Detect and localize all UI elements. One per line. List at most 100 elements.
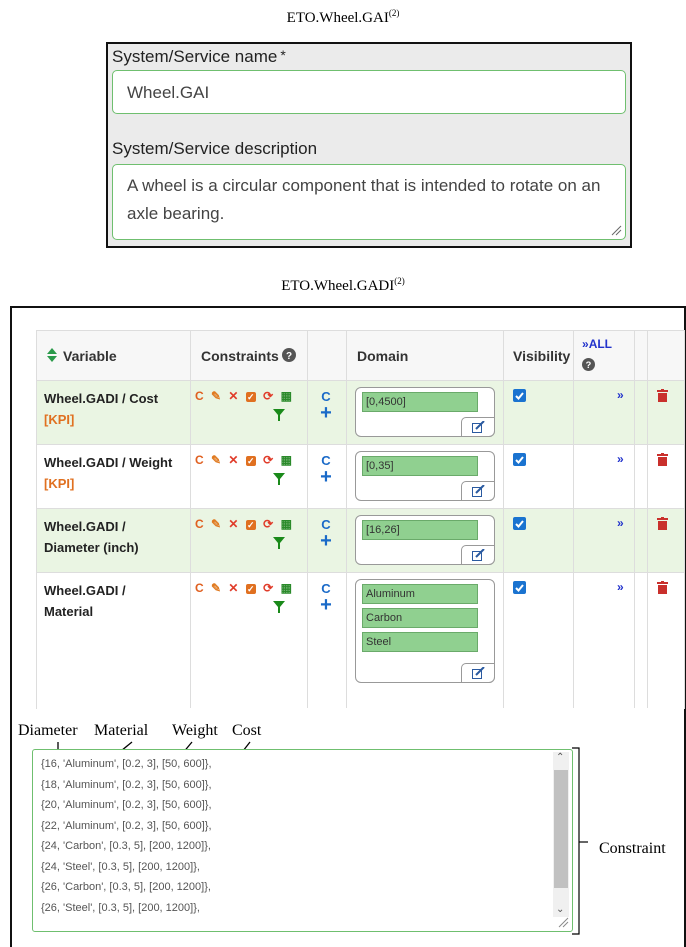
domain-value[interactable]: [0,35] (362, 456, 478, 476)
calculator-icon[interactable]: ▦ (281, 453, 292, 467)
visibility-checkbox[interactable] (513, 453, 526, 466)
filter-icon[interactable] (273, 537, 285, 549)
header-domain: Domain (357, 348, 409, 364)
constraint-line: {26, 'Steel', [0.3, 5], [200, 1200]}, (41, 901, 200, 914)
plus-icon[interactable]: + (319, 467, 333, 487)
constraint-actions: C ✎ ✕ ✓ ⟳ ▦ (195, 389, 296, 403)
check-square-icon[interactable]: ✓ (245, 456, 256, 466)
checkmark-icon (515, 392, 524, 400)
help-icon[interactable]: ? (282, 348, 296, 362)
column-divider (307, 331, 308, 708)
gadi-caption: ETO.Wheel.GADI(2) (0, 276, 686, 295)
domain-value[interactable]: Steel (362, 632, 478, 652)
scroll-up-icon[interactable]: ⌃ (556, 752, 564, 763)
c-action-button[interactable]: C (195, 517, 204, 531)
column-divider (346, 331, 347, 708)
constraint-line: {24, 'Steel', [0.3, 5], [200, 1200]}, (41, 860, 200, 873)
gadi-panel: Variable Constraints ? Domain Visibility… (10, 306, 686, 947)
constraint-line: {22, 'Aluminum', [0.2, 3], [50, 600]}, (41, 819, 212, 832)
table-row: Wheel.GADI / Cost [KPI] C ✎ ✕ ✓ ⟳ ▦ C + … (37, 380, 684, 445)
vertical-scrollbar[interactable]: ⌃ ⌄ (553, 752, 569, 917)
domain-edit-button[interactable] (461, 663, 495, 683)
constraint-line: {16, 'Aluminum', [0.2, 3], [50, 600]}, (41, 758, 212, 770)
check-square-icon[interactable]: ✓ (245, 584, 256, 594)
domain-value[interactable]: Aluminum (362, 584, 478, 604)
system-description-textarea[interactable]: A wheel is a circular component that is … (112, 164, 626, 240)
domain-box: [16,26] (355, 515, 495, 565)
domain-edit-button[interactable] (461, 545, 495, 565)
expand-all-label: ALL (588, 337, 613, 351)
checkmark-icon (515, 456, 524, 464)
expand-row-icon[interactable]: » (617, 516, 624, 530)
table-row: Wheel.GADI / Material C ✎ ✕ ✓ ⟳ ▦ C + Al… (37, 572, 684, 709)
table-header-row: Variable Constraints ? Domain Visibility… (37, 331, 684, 380)
edit-icon[interactable]: ✎ (211, 517, 221, 531)
plus-icon[interactable]: + (319, 531, 333, 551)
sort-icon[interactable] (47, 348, 57, 362)
svg-text:?: ? (586, 360, 592, 370)
delete-x-icon[interactable]: ✕ (228, 389, 238, 403)
refresh-icon[interactable]: ⟳ (263, 389, 273, 403)
constraint-line: {26, 'Carbon', [0.3, 5], [200, 1200]}, (41, 881, 211, 893)
constraint-line: {24, 'Carbon', [0.3, 5], [200, 1200]}, (41, 840, 211, 852)
variable-name: Wheel.GADI / Cost [KPI] (44, 388, 194, 430)
calculator-icon[interactable]: ▦ (281, 517, 292, 531)
edit-icon[interactable]: ✎ (211, 389, 221, 403)
scroll-thumb[interactable] (554, 770, 568, 888)
add-constraint-control: C + (319, 453, 333, 487)
expand-row-icon[interactable]: » (617, 452, 624, 466)
header-variable[interactable]: Variable (63, 348, 117, 364)
plus-icon[interactable]: + (319, 403, 333, 423)
expand-all-button[interactable]: »ALL (582, 337, 612, 351)
c-action-button[interactable]: C (195, 581, 204, 595)
edit-icon[interactable]: ✎ (211, 453, 221, 467)
all-help-icon[interactable]: ? (582, 358, 595, 371)
delete-x-icon[interactable]: ✕ (228, 581, 238, 595)
edit-icon (472, 667, 485, 679)
trash-icon[interactable] (657, 581, 668, 594)
visibility-checkbox[interactable] (513, 517, 526, 530)
expand-row-icon[interactable]: » (617, 388, 624, 402)
variable-name: Wheel.GADI / Weight [KPI] (44, 452, 194, 494)
column-divider (573, 331, 574, 708)
scroll-down-icon[interactable]: ⌄ (556, 904, 564, 915)
edit-icon (472, 421, 485, 433)
check-square-icon[interactable]: ✓ (245, 392, 256, 402)
refresh-icon[interactable]: ⟳ (263, 517, 273, 531)
column-divider (190, 331, 191, 708)
resize-grip-icon[interactable] (557, 916, 569, 928)
domain-edit-button[interactable] (461, 417, 495, 437)
trash-icon[interactable] (657, 453, 668, 466)
header-visibility: Visibility (513, 348, 571, 364)
delete-x-icon[interactable]: ✕ (228, 453, 238, 467)
c-action-button[interactable]: C (195, 453, 204, 467)
add-constraint-control: C + (319, 389, 333, 423)
add-constraint-control: C + (319, 517, 333, 551)
trash-icon[interactable] (657, 389, 668, 402)
refresh-icon[interactable]: ⟳ (263, 453, 273, 467)
calculator-icon[interactable]: ▦ (281, 581, 292, 595)
visibility-checkbox[interactable] (513, 389, 526, 402)
domain-value[interactable]: [0,4500] (362, 392, 478, 412)
visibility-checkbox[interactable] (513, 581, 526, 594)
domain-value[interactable]: Carbon (362, 608, 478, 628)
filter-icon[interactable] (273, 409, 285, 421)
edit-icon[interactable]: ✎ (211, 581, 221, 595)
filter-icon[interactable] (273, 473, 285, 485)
calculator-icon[interactable]: ▦ (281, 389, 292, 403)
system-form-panel: System/Service name * Wheel.GAI System/Se… (106, 42, 632, 248)
check-square-icon[interactable]: ✓ (245, 520, 256, 530)
constraint-textarea[interactable]: {16, 'Aluminum', [0.2, 3], [50, 600]}, {1… (32, 749, 573, 932)
c-action-button[interactable]: C (195, 389, 204, 403)
domain-value[interactable]: [16,26] (362, 520, 478, 540)
variable-name: Wheel.GADI / Material (44, 580, 164, 622)
expand-row-icon[interactable]: » (617, 580, 624, 594)
delete-x-icon[interactable]: ✕ (228, 517, 238, 531)
trash-icon[interactable] (657, 517, 668, 530)
system-name-input[interactable]: Wheel.GAI (112, 70, 626, 114)
refresh-icon[interactable]: ⟳ (263, 581, 273, 595)
domain-edit-button[interactable] (461, 481, 495, 501)
filter-icon[interactable] (273, 601, 285, 613)
plus-icon[interactable]: + (319, 595, 333, 615)
resize-grip-icon[interactable] (610, 224, 622, 236)
